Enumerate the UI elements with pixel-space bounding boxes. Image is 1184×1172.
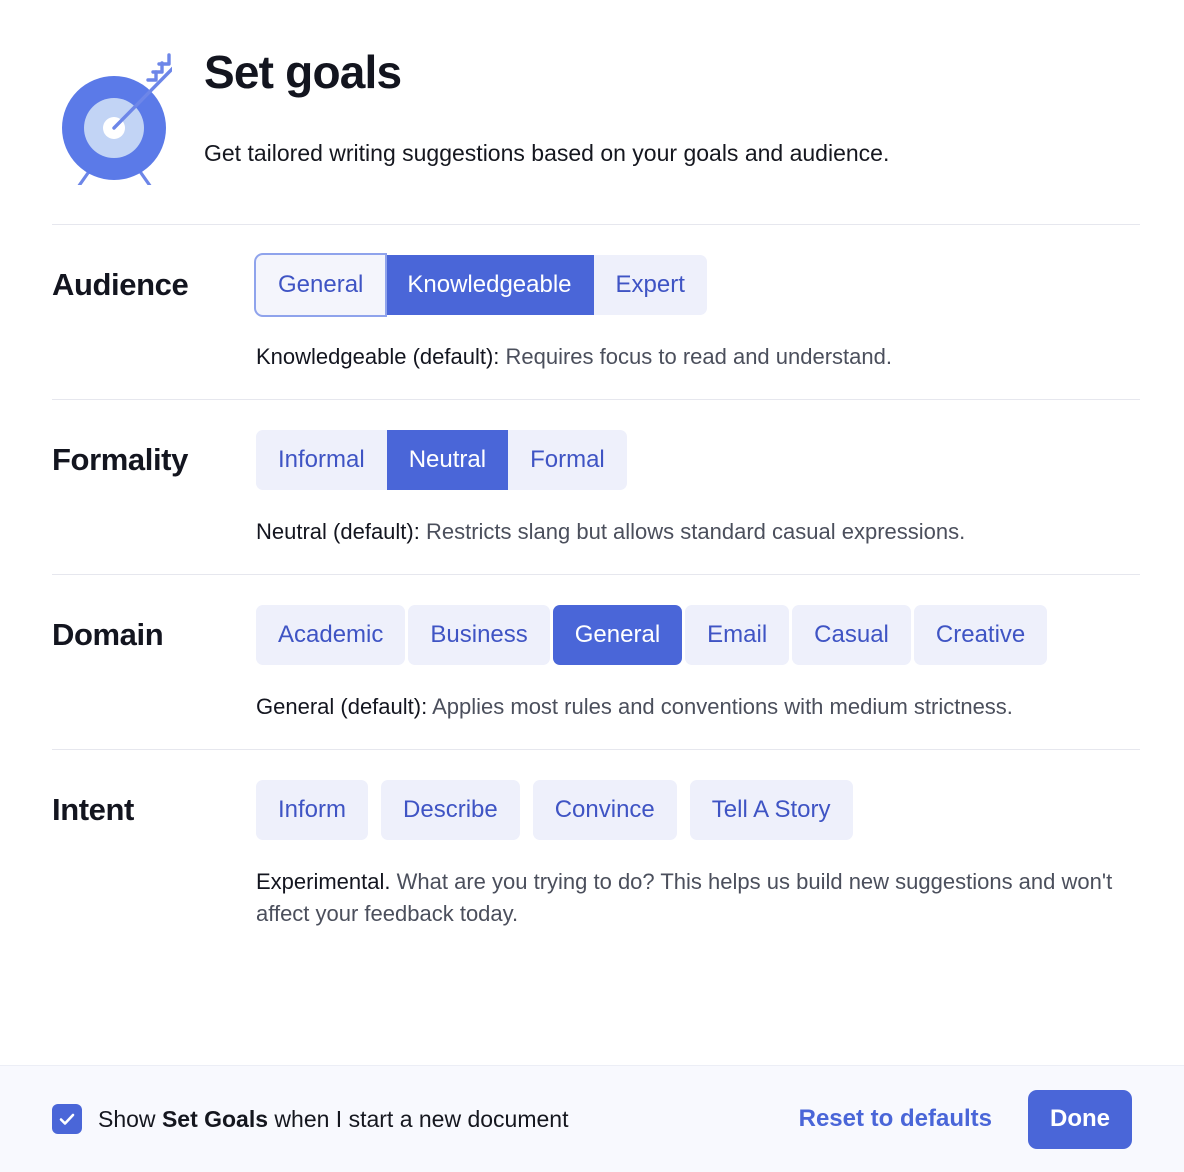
section-intent: Intent Inform Describe Convince Tell A S… <box>52 750 1140 956</box>
reset-to-defaults-button[interactable]: Reset to defaults <box>795 1101 996 1137</box>
section-label-formality: Formality <box>52 430 256 475</box>
domain-option-creative[interactable]: Creative <box>914 605 1047 665</box>
formality-hint-rest: Restricts slang but allows standard casu… <box>420 519 965 544</box>
domain-hint-lead: General (default): <box>256 694 427 719</box>
section-label-audience: Audience <box>52 255 256 300</box>
domain-option-general[interactable]: General <box>553 605 682 665</box>
page-subtitle: Get tailored writing suggestions based o… <box>204 138 1140 169</box>
domain-hint-rest: Applies most rules and conventions with … <box>427 694 1013 719</box>
page-title: Set goals <box>204 48 1140 96</box>
audience-option-expert[interactable]: Expert <box>594 255 707 315</box>
checkbox-label-post: when I start a new document <box>268 1106 568 1132</box>
domain-option-email[interactable]: Email <box>685 605 789 665</box>
audience-hint-rest: Requires focus to read and understand. <box>499 344 892 369</box>
checkbox-label-bold: Set Goals <box>162 1106 268 1132</box>
show-set-goals-checkbox[interactable] <box>52 1104 82 1134</box>
audience-hint-lead: Knowledgeable (default): <box>256 344 499 369</box>
dialog-body: Set goals Get tailored writing suggestio… <box>0 0 1184 1065</box>
section-formality: Formality Informal Neutral Formal Neutra… <box>52 400 1140 574</box>
header-text: Set goals Get tailored writing suggestio… <box>204 46 1140 169</box>
section-body-formality: Informal Neutral Formal Neutral (default… <box>256 430 1140 548</box>
audience-option-knowledgeable[interactable]: Knowledgeable <box>385 255 593 315</box>
intent-hint: Experimental. What are you trying to do?… <box>256 866 1116 930</box>
intent-hint-lead: Experimental. <box>256 869 391 894</box>
done-button[interactable]: Done <box>1028 1090 1132 1149</box>
dialog-header: Set goals Get tailored writing suggestio… <box>52 0 1140 224</box>
domain-option-casual[interactable]: Casual <box>792 605 911 665</box>
checkbox-label-pre: Show <box>98 1106 162 1132</box>
section-body-intent: Inform Describe Convince Tell A Story Ex… <box>256 780 1140 930</box>
show-set-goals-label: Show Set Goals when I start a new docume… <box>98 1108 568 1131</box>
section-label-intent: Intent <box>52 780 256 825</box>
section-body-domain: Academic Business General Email Casual C… <box>256 605 1140 723</box>
intent-option-convince[interactable]: Convince <box>533 780 677 840</box>
section-body-audience: General Knowledgeable Expert Knowledgeab… <box>256 255 1140 373</box>
checkmark-icon <box>57 1109 77 1129</box>
footer-left: Show Set Goals when I start a new docume… <box>52 1104 795 1134</box>
section-label-domain: Domain <box>52 605 256 650</box>
formality-option-informal[interactable]: Informal <box>256 430 387 490</box>
set-goals-dialog: Set goals Get tailored writing suggestio… <box>0 0 1184 1172</box>
section-audience: Audience General Knowledgeable Expert Kn… <box>52 225 1140 399</box>
section-domain: Domain Academic Business General Email C… <box>52 575 1140 749</box>
dialog-footer: Show Set Goals when I start a new docume… <box>0 1065 1184 1172</box>
domain-hint: General (default): Applies most rules an… <box>256 691 1116 723</box>
domain-option-academic[interactable]: Academic <box>256 605 405 665</box>
audience-option-group: General Knowledgeable Expert <box>256 255 1140 315</box>
intent-option-tell-a-story[interactable]: Tell A Story <box>690 780 853 840</box>
domain-option-business[interactable]: Business <box>408 605 549 665</box>
domain-option-group: Academic Business General Email Casual C… <box>256 605 1140 665</box>
audience-hint: Knowledgeable (default): Requires focus … <box>256 341 1116 373</box>
intent-option-group: Inform Describe Convince Tell A Story <box>256 780 1140 840</box>
intent-option-inform[interactable]: Inform <box>256 780 368 840</box>
formality-option-group: Informal Neutral Formal <box>256 430 1140 490</box>
formality-option-formal[interactable]: Formal <box>508 430 627 490</box>
footer-right: Reset to defaults Done <box>795 1090 1132 1149</box>
formality-hint: Neutral (default): Restricts slang but a… <box>256 516 1116 548</box>
target-with-arrow-icon <box>52 46 204 190</box>
audience-option-general[interactable]: General <box>256 255 385 315</box>
formality-hint-lead: Neutral (default): <box>256 519 420 544</box>
intent-option-describe[interactable]: Describe <box>381 780 520 840</box>
formality-option-neutral[interactable]: Neutral <box>387 430 508 490</box>
